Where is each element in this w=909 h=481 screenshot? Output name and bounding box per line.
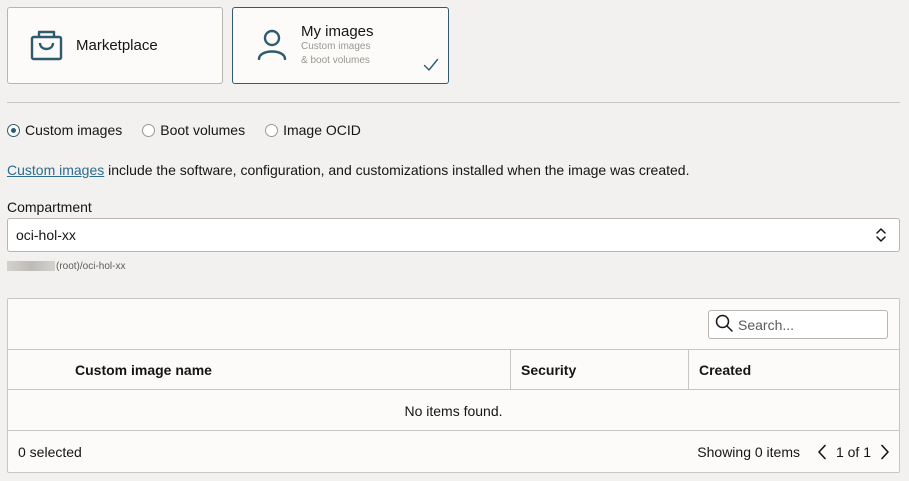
next-page-button[interactable] bbox=[877, 442, 893, 462]
empty-message: No items found. bbox=[8, 391, 899, 431]
radio-button[interactable] bbox=[142, 123, 156, 137]
chevron-up-down-icon bbox=[875, 227, 887, 246]
radio-label: Boot volumes bbox=[160, 122, 246, 138]
column-header-created[interactable]: Created bbox=[689, 350, 899, 389]
search-input[interactable] bbox=[738, 316, 878, 333]
chevron-left-icon bbox=[818, 444, 826, 460]
column-header-security[interactable]: Security bbox=[511, 350, 689, 389]
column-header-name[interactable]: Custom image name bbox=[8, 350, 511, 389]
compartment-select[interactable]: oci-hol-xx bbox=[7, 218, 900, 252]
custom-images-description: Custom images include the software, conf… bbox=[7, 162, 689, 178]
radio-image-ocid[interactable]: Image OCID bbox=[265, 122, 361, 138]
redacted-tenancy-name bbox=[7, 261, 55, 271]
search-box[interactable] bbox=[708, 310, 888, 339]
compartment-label: Compartment bbox=[7, 199, 92, 215]
checkmark-icon bbox=[423, 58, 439, 75]
my-images-subtitle-1: Custom images bbox=[301, 41, 371, 52]
radio-button-checked[interactable] bbox=[7, 123, 20, 137]
custom-images-link[interactable]: Custom images bbox=[7, 162, 104, 178]
custom-images-table-panel: Custom image name Security Created No it… bbox=[7, 298, 900, 473]
showing-count: Showing 0 items bbox=[697, 444, 800, 460]
description-text: include the software, configuration, and… bbox=[104, 162, 690, 178]
search-icon bbox=[715, 314, 733, 335]
marketplace-title: Marketplace bbox=[76, 37, 158, 54]
previous-page-button[interactable] bbox=[814, 442, 830, 462]
radio-label: Custom images bbox=[25, 122, 123, 138]
my-images-subtitle-2: & boot volumes bbox=[301, 55, 370, 66]
user-icon bbox=[256, 28, 288, 63]
radio-boot-volumes[interactable]: Boot volumes bbox=[142, 122, 245, 138]
marketplace-tile[interactable]: Marketplace bbox=[7, 7, 223, 84]
radio-custom-images[interactable]: Custom images bbox=[7, 122, 122, 138]
compartment-value: oci-hol-xx bbox=[16, 227, 76, 243]
my-images-tile[interactable]: My images Custom images & boot volumes bbox=[232, 7, 449, 84]
table-header: Custom image name Security Created bbox=[8, 349, 899, 390]
page-indicator: 1 of 1 bbox=[835, 444, 871, 460]
radio-button[interactable] bbox=[265, 123, 279, 137]
shopping-bag-icon bbox=[30, 29, 63, 65]
compartment-path: (root)/oci-hol-xx bbox=[7, 260, 125, 272]
chevron-right-icon bbox=[881, 444, 889, 460]
section-divider bbox=[7, 102, 900, 103]
radio-label: Image OCID bbox=[283, 122, 361, 138]
compartment-path-text: (root)/oci-hol-xx bbox=[56, 260, 126, 272]
image-source-radio-group: Custom images Boot volumes Image OCID bbox=[7, 121, 381, 139]
table-footer: 0 selected Showing 0 items 1 of 1 bbox=[8, 432, 899, 472]
my-images-title: My images bbox=[301, 23, 374, 40]
selected-count: 0 selected bbox=[18, 444, 82, 460]
pagination: 1 of 1 bbox=[814, 442, 893, 462]
